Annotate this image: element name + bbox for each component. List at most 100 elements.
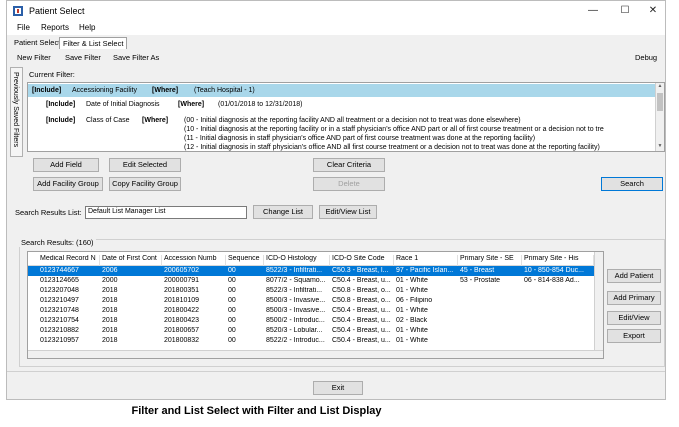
- cell-icdo-histology: 8522/3 - Infiltrati...: [266, 287, 323, 294]
- filter-include-tag: [Include]: [32, 87, 62, 94]
- column-header-primary-site-his[interactable]: Primary Site - His: [522, 255, 594, 266]
- column-header-primary-site-se[interactable]: Primary Site - SE: [458, 255, 522, 266]
- cell-race: 97 - Pacific Islan...: [396, 267, 454, 274]
- table-row[interactable]: 0123210754 2018 201800423 00 8500/2 - In…: [28, 316, 603, 326]
- filter-value: (01/01/2018 to 12/31/2018): [218, 101, 303, 108]
- add-patient-button[interactable]: Add Patient: [607, 269, 661, 283]
- filter-value-line: (10 - Initial diagnosis at the reporting…: [184, 126, 604, 133]
- debug-button[interactable]: Debug: [635, 53, 657, 62]
- scroll-up-icon[interactable]: ▲: [656, 83, 664, 91]
- previously-saved-filters-tab[interactable]: Previously Saved Filters: [10, 67, 23, 157]
- menu-help[interactable]: Help: [79, 23, 95, 32]
- cell-icdo-site-code: C50.4 - Breast, u...: [332, 307, 391, 314]
- cell-medical-record: 0123210957: [40, 337, 79, 344]
- export-button[interactable]: Export: [607, 329, 661, 343]
- table-row[interactable]: 0123744667 2006 200605702 00 8522/3 - In…: [28, 266, 603, 276]
- menu-file[interactable]: File: [17, 23, 30, 32]
- column-header-icdo-site-code[interactable]: ICD-O Site Code: [330, 255, 394, 266]
- cell-icdo-site-code: C50.3 - Breast, l...: [332, 267, 389, 274]
- table-row[interactable]: 0123210497 2018 201810109 00 8500/3 - In…: [28, 296, 603, 306]
- column-header-date-first-contact[interactable]: Date of First Cont: [100, 255, 162, 266]
- table-row[interactable]: 0123210882 2018 201800657 00 8520/3 - Lo…: [28, 326, 603, 336]
- cell-icdo-histology: 8520/3 - Lobular...: [266, 327, 323, 334]
- copy-facility-group-button[interactable]: Copy Facility Group: [109, 177, 181, 191]
- tab-patient-select[interactable]: Patient Select: [11, 37, 63, 49]
- table-row[interactable]: 0123210957 2018 201800832 00 8522/2 - In…: [28, 336, 603, 346]
- filter-where-tag: [Where]: [142, 117, 169, 124]
- maximize-icon[interactable]: ☐: [611, 3, 639, 19]
- cell-race: 06 - Filipino: [396, 297, 433, 304]
- cell-accession-number: 200000791: [164, 277, 200, 284]
- cell-primary-site-se: 45 - Breast: [460, 267, 495, 274]
- search-button[interactable]: Search: [601, 177, 663, 191]
- search-results-list-field[interactable]: Default List Manager List: [85, 206, 247, 219]
- tab-filter-list-select[interactable]: Filter & List Select: [59, 37, 128, 49]
- cell-icdo-site-code: C50.4 - Breast, u...: [332, 327, 391, 334]
- delete-button[interactable]: Delete: [313, 177, 385, 191]
- filter-row[interactable]: [Include] Date of Initial Diagnosis [Whe…: [28, 99, 656, 111]
- column-header-race[interactable]: Race 1: [394, 255, 458, 266]
- table-row[interactable]: 0123207048 2018 201800351 00 8522/3 - In…: [28, 286, 603, 296]
- filter-value: (Teach Hospital - 1): [194, 87, 255, 94]
- edit-view-button[interactable]: Edit/View: [607, 311, 661, 325]
- cell-race: 01 - White: [396, 307, 428, 314]
- menu-reports[interactable]: Reports: [41, 23, 69, 32]
- filter-row[interactable]: [Include] Accessioning Facility [Where] …: [28, 84, 656, 97]
- save-filter-button[interactable]: Save Filter: [65, 53, 101, 62]
- add-field-button[interactable]: Add Field: [33, 158, 99, 172]
- edit-view-list-button[interactable]: Edit/View List: [319, 205, 377, 219]
- add-primary-button[interactable]: Add Primary: [607, 291, 661, 305]
- grid-horizontal-scrollbar[interactable]: [28, 350, 603, 358]
- exit-button[interactable]: Exit: [313, 381, 363, 395]
- filter-where-tag: [Where]: [152, 87, 179, 94]
- add-facility-group-button[interactable]: Add Facility Group: [33, 177, 103, 191]
- change-list-button[interactable]: Change List: [253, 205, 313, 219]
- cell-medical-record: 0123744667: [40, 267, 79, 274]
- current-filter-label: Current Filter:: [29, 70, 75, 79]
- cell-icdo-histology: 8077/2 - Squamo...: [266, 277, 326, 284]
- cell-sequence: 00: [228, 327, 236, 334]
- filter-toolbar: New Filter Save Filter Save Filter As De…: [7, 51, 665, 65]
- cell-date-first-contact: 2000: [102, 277, 118, 284]
- scroll-down-icon[interactable]: ▼: [656, 143, 664, 151]
- cell-accession-number: 201800423: [164, 317, 200, 324]
- table-row[interactable]: 0123124665 2000 200000791 00 8077/2 - Sq…: [28, 276, 603, 286]
- minimize-icon[interactable]: —: [579, 3, 607, 19]
- cell-accession-number: 201800422: [164, 307, 200, 314]
- cell-icdo-site-code: C50.8 - Breast, o...: [332, 297, 391, 304]
- column-header-sequence[interactable]: Sequence: [226, 255, 264, 266]
- cell-icdo-histology: 8500/2 - Introduc...: [266, 317, 325, 324]
- search-results-grid[interactable]: Medical Record N Date of First Cont Acce…: [27, 251, 604, 359]
- filter-value-line: (11 - Initial diagnosis in staff physici…: [184, 135, 536, 142]
- bottom-bar: Exit: [7, 371, 665, 401]
- column-header-medical-record[interactable]: Medical Record N: [38, 255, 100, 266]
- cell-sequence: 00: [228, 337, 236, 344]
- table-row[interactable]: 0123210748 2018 201800422 00 8500/3 - In…: [28, 306, 603, 316]
- figure-caption: Filter and List Select with Filter and L…: [131, 405, 382, 417]
- app-icon: [13, 6, 23, 16]
- cell-race: 01 - White: [396, 287, 428, 294]
- cell-sequence: 00: [228, 297, 236, 304]
- current-filter-list[interactable]: [Include] Accessioning Facility [Where] …: [27, 82, 665, 152]
- filter-scrollbar[interactable]: ▲ ▼: [655, 83, 664, 151]
- clear-criteria-button[interactable]: Clear Criteria: [313, 158, 385, 172]
- close-icon[interactable]: ✕: [639, 3, 667, 19]
- cell-icdo-site-code: C50.8 - Breast, o...: [332, 287, 391, 294]
- cell-icdo-site-code: C50.4 - Breast, u...: [332, 317, 391, 324]
- cell-medical-record: 0123210754: [40, 317, 79, 324]
- scroll-thumb[interactable]: [657, 93, 663, 111]
- cell-race: 01 - White: [396, 277, 428, 284]
- edit-selected-button[interactable]: Edit Selected: [109, 158, 181, 172]
- cell-medical-record: 0123210497: [40, 297, 79, 304]
- save-filter-as-button[interactable]: Save Filter As: [113, 53, 159, 62]
- column-header-accession-number[interactable]: Accession Numb: [162, 255, 226, 266]
- cell-icdo-site-code: C50.4 - Breast, u...: [332, 337, 391, 344]
- filter-row[interactable]: [Include] Class of Case [Where] (00 - In…: [28, 115, 656, 151]
- column-header-icdo-histology[interactable]: ICD-O Histology: [264, 255, 330, 266]
- cell-race: 01 - White: [396, 327, 428, 334]
- new-filter-button[interactable]: New Filter: [17, 53, 51, 62]
- sidebar-label: Previously Saved Filters: [12, 72, 19, 148]
- grid-vertical-scrollbar[interactable]: [594, 252, 603, 358]
- patient-select-window: Patient Select — ☐ ✕ File Reports Help P…: [6, 0, 666, 400]
- tab-strip: Patient Select Filter & List Select: [7, 37, 665, 49]
